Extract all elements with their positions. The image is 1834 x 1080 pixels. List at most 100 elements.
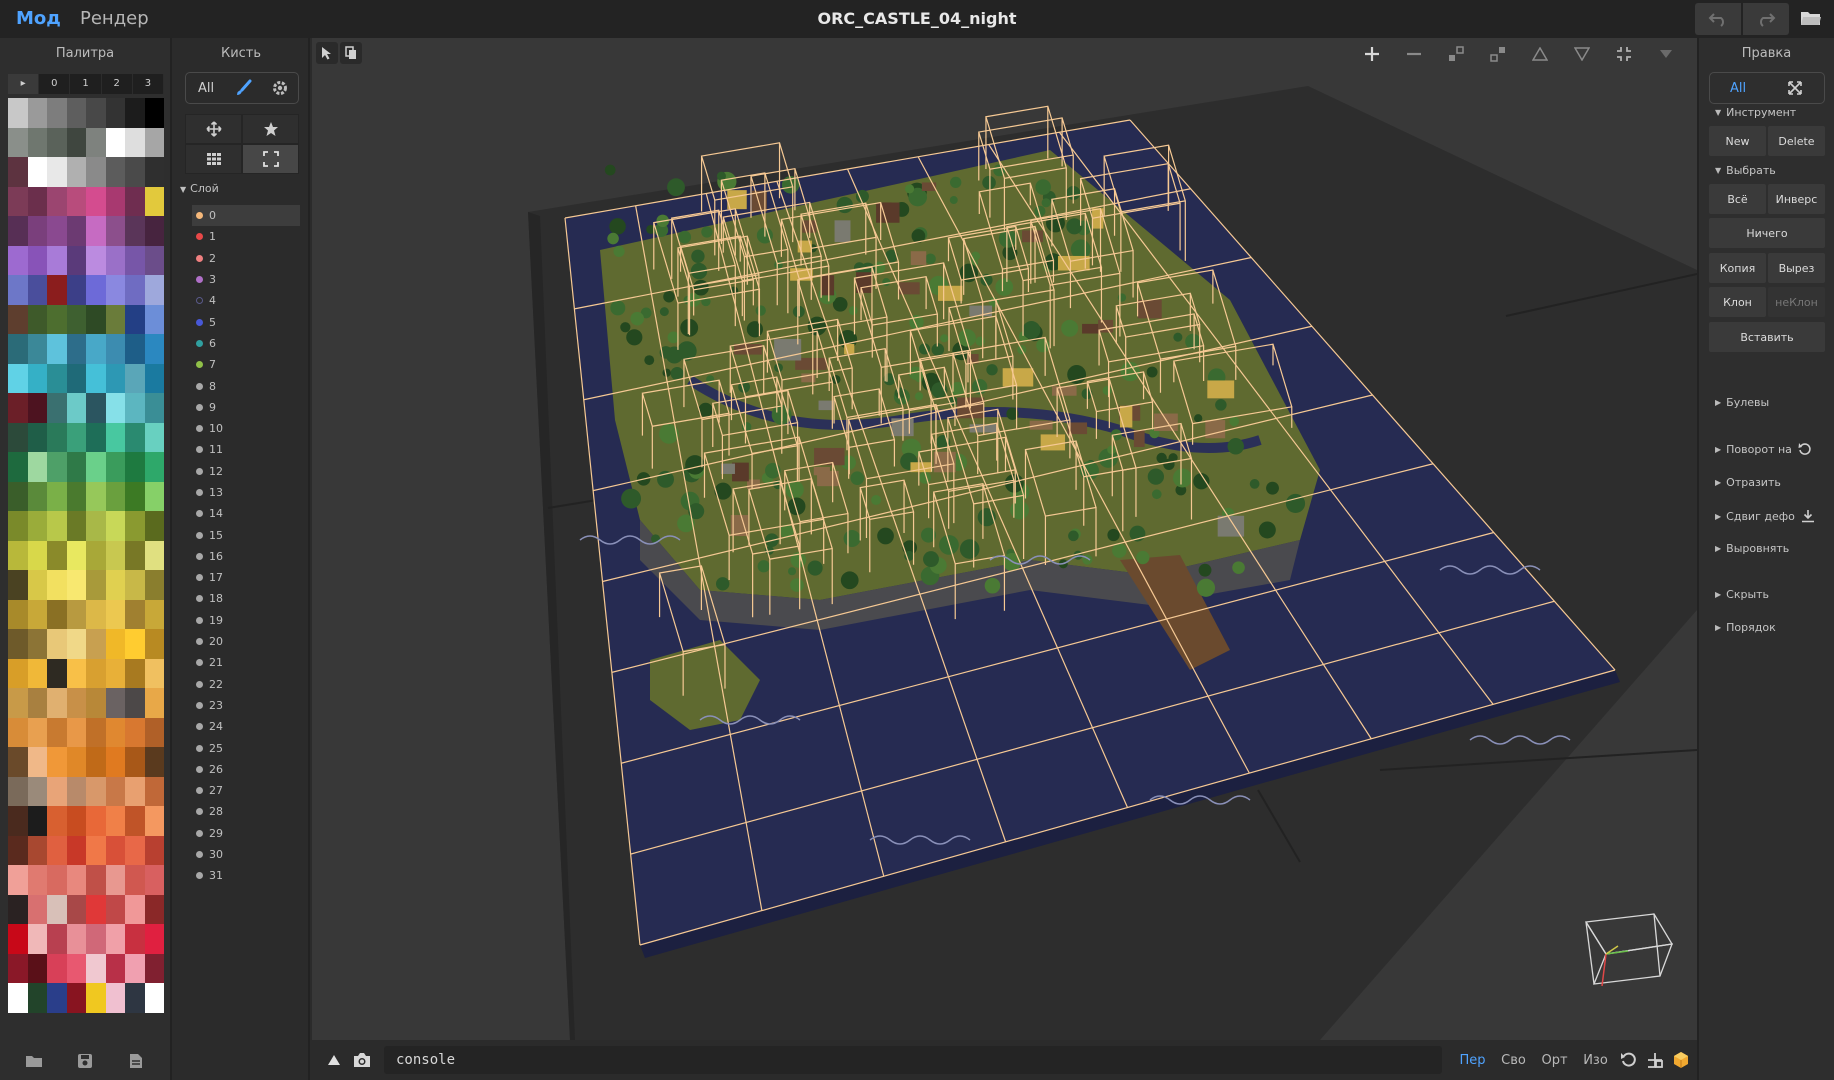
color-swatch[interactable]	[125, 717, 145, 747]
color-swatch[interactable]	[27, 481, 47, 511]
color-swatch[interactable]	[27, 629, 47, 659]
color-swatch[interactable]	[47, 157, 67, 187]
color-swatch[interactable]	[27, 363, 47, 393]
edit-filter-all[interactable]: All	[1710, 73, 1766, 103]
color-swatch[interactable]	[105, 658, 125, 688]
color-swatch[interactable]	[105, 422, 125, 452]
brush-paint-button[interactable]	[226, 73, 262, 103]
color-swatch[interactable]	[144, 894, 164, 924]
color-swatch[interactable]	[8, 570, 28, 600]
color-swatch[interactable]	[125, 658, 145, 688]
color-swatch[interactable]	[47, 481, 67, 511]
layer-item[interactable]: 13	[192, 482, 300, 503]
triangle-up-button[interactable]	[1519, 40, 1561, 68]
color-swatch[interactable]	[27, 393, 47, 423]
color-swatch[interactable]	[27, 570, 47, 600]
color-swatch[interactable]	[8, 275, 28, 305]
section-hide[interactable]: ▶ Скрыть	[1715, 588, 1769, 601]
color-swatch[interactable]	[8, 894, 28, 924]
color-swatch[interactable]	[27, 924, 47, 954]
layer-item[interactable]: 8	[192, 375, 300, 396]
edit-fullscreen-button[interactable]	[1766, 73, 1824, 103]
color-swatch[interactable]	[27, 894, 47, 924]
color-swatch[interactable]	[8, 334, 28, 364]
layer-item[interactable]: 30	[192, 844, 300, 865]
layer-item[interactable]: 22	[192, 674, 300, 695]
select-all-button[interactable]: Всё	[1709, 184, 1766, 214]
color-swatch[interactable]	[86, 835, 106, 865]
color-swatch[interactable]	[125, 806, 145, 836]
color-swatch[interactable]	[47, 894, 67, 924]
save-icon[interactable]	[77, 1053, 95, 1071]
color-swatch[interactable]	[47, 216, 67, 246]
color-swatch[interactable]	[125, 629, 145, 659]
color-swatch[interactable]	[125, 275, 145, 305]
color-swatch[interactable]	[8, 98, 28, 128]
color-swatch[interactable]	[144, 953, 164, 983]
color-swatch[interactable]	[125, 953, 145, 983]
rotate-icon[interactable]	[1798, 442, 1812, 456]
color-swatch[interactable]	[8, 953, 28, 983]
layer-item[interactable]: 25	[192, 737, 300, 758]
color-swatch[interactable]	[8, 452, 28, 482]
color-swatch[interactable]	[66, 186, 86, 216]
zoom-out-button[interactable]	[1393, 40, 1435, 68]
color-swatch[interactable]	[105, 835, 125, 865]
layer-item[interactable]: 20	[192, 631, 300, 652]
layer-item[interactable]: 27	[192, 780, 300, 801]
color-swatch[interactable]	[86, 599, 106, 629]
section-order[interactable]: ▶ Порядок	[1715, 621, 1776, 634]
layer-item[interactable]: 29	[192, 823, 300, 844]
color-swatch[interactable]	[105, 245, 125, 275]
color-swatch[interactable]	[144, 127, 164, 157]
color-swatch[interactable]	[47, 865, 67, 895]
layer-item[interactable]: 26	[192, 759, 300, 780]
color-swatch[interactable]	[144, 363, 164, 393]
color-swatch[interactable]	[105, 98, 125, 128]
section-boolean[interactable]: ▶ Булевы	[1715, 396, 1769, 409]
color-swatch[interactable]	[27, 127, 47, 157]
layer-item[interactable]: 9	[192, 397, 300, 418]
brush-move-button[interactable]	[185, 114, 242, 144]
color-swatch[interactable]	[66, 688, 86, 718]
color-swatch[interactable]	[86, 717, 106, 747]
color-swatch[interactable]	[144, 157, 164, 187]
color-swatch[interactable]	[125, 481, 145, 511]
color-swatch[interactable]	[47, 658, 67, 688]
view-mode-ortho[interactable]: Орт	[1534, 1053, 1575, 1068]
color-swatch[interactable]	[8, 983, 28, 1013]
color-swatch[interactable]	[125, 688, 145, 718]
copy-selection-button[interactable]: Копия	[1709, 253, 1766, 283]
expand-button[interactable]	[1477, 40, 1519, 68]
color-swatch[interactable]	[105, 570, 125, 600]
select-none-button[interactable]: Ничего	[1709, 218, 1825, 248]
color-swatch[interactable]	[27, 452, 47, 482]
cut-button[interactable]: Вырез	[1768, 253, 1825, 283]
color-swatch[interactable]	[66, 894, 86, 924]
color-swatch[interactable]	[86, 334, 106, 364]
color-swatch[interactable]	[27, 304, 47, 334]
color-swatch[interactable]	[144, 245, 164, 275]
color-swatch[interactable]	[125, 452, 145, 482]
layer-item[interactable]: 18	[192, 588, 300, 609]
palette-tab-3[interactable]: 3	[133, 74, 165, 94]
color-swatch[interactable]	[47, 275, 67, 305]
color-swatch[interactable]	[47, 334, 67, 364]
copy-button[interactable]	[340, 42, 362, 64]
color-swatch[interactable]	[125, 363, 145, 393]
zoom-in-button[interactable]	[1351, 40, 1393, 68]
color-swatch[interactable]	[66, 629, 86, 659]
color-swatch[interactable]	[66, 865, 86, 895]
color-swatch[interactable]	[144, 186, 164, 216]
delete-button[interactable]: Delete	[1768, 126, 1825, 156]
invert-selection-button[interactable]: Инверс	[1768, 184, 1825, 214]
color-swatch[interactable]	[144, 806, 164, 836]
color-swatch[interactable]	[66, 481, 86, 511]
color-swatch[interactable]	[144, 688, 164, 718]
3d-viewport[interactable]: Пер Сво Орт Изо	[312, 38, 1697, 1080]
color-swatch[interactable]	[86, 894, 106, 924]
color-swatch[interactable]	[27, 658, 47, 688]
color-swatch[interactable]	[47, 717, 67, 747]
color-swatch[interactable]	[144, 629, 164, 659]
triangle-down-button[interactable]	[1561, 40, 1603, 68]
